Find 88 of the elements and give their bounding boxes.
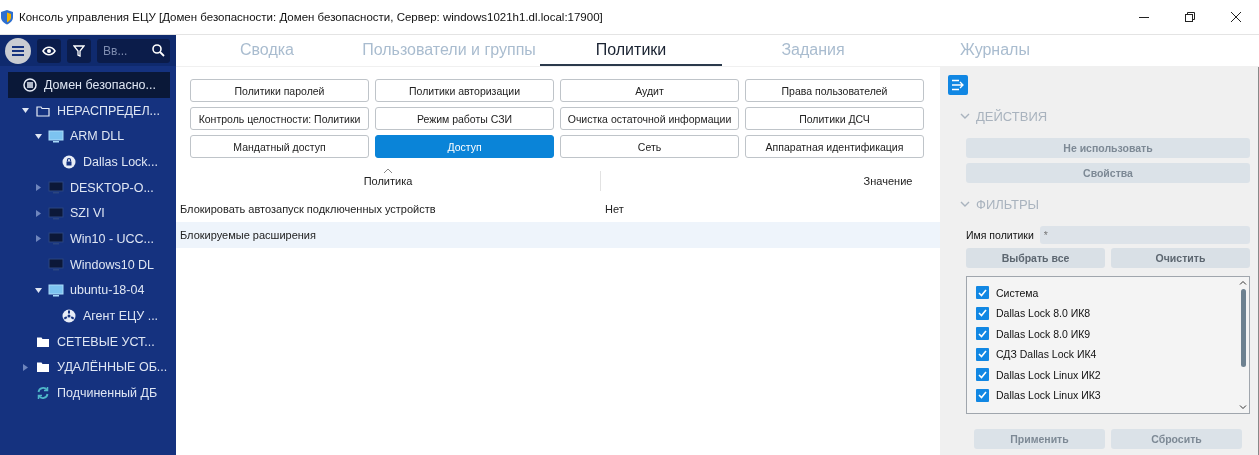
monitor-icon	[48, 283, 64, 297]
checkbox[interactable]	[976, 286, 989, 299]
policy-name-field[interactable]: *	[1039, 226, 1250, 244]
chevron-down-icon	[960, 111, 970, 121]
tree-item[interactable]: Windows10 DL	[8, 251, 170, 278]
checkbox-label: Dallas Lock 8.0 ИК9	[996, 327, 1091, 340]
checkbox[interactable]	[976, 388, 989, 402]
eye-icon	[42, 45, 56, 56]
policy-group-button[interactable]: Очистка остаточной информации	[560, 107, 739, 130]
close-icon[interactable]	[1230, 11, 1242, 23]
monitor-icon	[48, 206, 64, 220]
checkbox-label: Dallas Lock Linux ИК2	[996, 368, 1101, 381]
expanded-arrow-icon[interactable]	[34, 287, 42, 293]
policy-group-button[interactable]: Сеть	[560, 135, 739, 158]
policy-group-button[interactable]: Мандатный доступ	[190, 135, 369, 158]
tree-item[interactable]: ubuntu-18-04	[8, 277, 170, 304]
policy-group-button[interactable]: Доступ	[375, 135, 554, 158]
policy-group-button[interactable]: Политики паролей	[190, 79, 369, 102]
scrollbar-thumb[interactable]	[1240, 289, 1246, 367]
filter-button[interactable]	[67, 38, 91, 63]
sync-icon	[36, 386, 50, 401]
expanded-arrow-icon[interactable]	[21, 108, 29, 114]
view-button[interactable]	[37, 38, 61, 63]
table-cell-text: Блокировать автозапуск подключенных устройств	[179, 203, 437, 215]
policy-group-button[interactable]: Права пользователей	[745, 79, 924, 102]
checkbox-label: Dallas Lock Linux ИК3	[996, 389, 1101, 401]
policy-group-button[interactable]: Аудит	[560, 79, 739, 102]
lock-icon	[62, 154, 76, 169]
policy-group-button[interactable]: Контроль целостности: Политики	[190, 107, 369, 130]
monitor-icon	[48, 258, 64, 272]
chevron-down-icon	[960, 199, 970, 209]
monitor-icon	[48, 129, 64, 143]
table-row[interactable]: Блокировать автозапуск подключенных устройств Нет	[176, 196, 940, 222]
window-title: Консоль управления ЕЦУ [Домен безопасности: Домен безопасности, Сервер: windows1021h1.dl.local:17900]	[19, 11, 603, 23]
monitor-icon	[48, 181, 64, 195]
tree-item[interactable]: СЕТЕВЫЕ УСТ...	[8, 328, 170, 355]
collapsed-arrow-icon[interactable]	[35, 184, 41, 192]
tree-item[interactable]: Агент ЕЦУ ...	[8, 303, 170, 329]
action-button[interactable]: Очистить	[1111, 248, 1250, 268]
checkbox-label: Система	[996, 286, 1039, 299]
folder-icon	[36, 104, 50, 117]
policy-group-button[interactable]: Политики авторизации	[375, 79, 554, 102]
folder-icon	[36, 335, 50, 348]
column-header[interactable]: Значение	[863, 175, 913, 187]
policy-group-button[interactable]: Аппаратная идентификация	[745, 135, 924, 158]
tree-item[interactable]: НЕРАСПРЕДЕЛ...	[8, 97, 170, 124]
expanded-arrow-icon[interactable]	[34, 133, 42, 139]
menu-icon	[11, 44, 25, 57]
column-header[interactable]: Политика	[363, 175, 413, 187]
tree-item[interactable]: DESKTOP-O...	[8, 174, 170, 201]
table-row[interactable]: Блокируемые расширения	[176, 222, 940, 248]
checkbox[interactable]	[976, 368, 989, 381]
restore-icon[interactable]	[1184, 11, 1196, 23]
search-field[interactable]: Вв...	[97, 38, 170, 63]
filter-icon	[73, 44, 85, 57]
policy-group-button[interactable]: Политики ДСЧ	[745, 107, 924, 130]
checkbox[interactable]	[976, 347, 989, 361]
tree-item[interactable]: Подчиненный ДБ	[8, 380, 170, 406]
checkbox-label: СДЗ Dallas Lock ИК4	[996, 348, 1097, 360]
monitor-icon	[48, 232, 64, 246]
tree-item[interactable]: SZI VI	[8, 200, 170, 227]
agent-icon	[62, 309, 76, 324]
collapsed-arrow-icon[interactable]	[35, 235, 41, 243]
tree-item[interactable]: Домен безопасно...	[8, 72, 170, 98]
checkbox-label: Dallas Lock 8.0 ИК8	[996, 307, 1091, 319]
sort-caret-icon	[384, 169, 392, 173]
tree-item[interactable]: Dallas Lock...	[8, 149, 170, 175]
table-cell-text: Блокируемые расширения	[179, 229, 317, 241]
collapse-panel-button[interactable]	[948, 75, 968, 95]
collapsed-arrow-icon[interactable]	[35, 209, 41, 217]
checkbox[interactable]	[976, 327, 989, 340]
shield-icon	[0, 9, 14, 25]
tree-item[interactable]: УДАЛЁННЫЕ ОБ...	[8, 354, 170, 381]
field-label: Имя политики	[966, 229, 1034, 241]
policy-group-button[interactable]: Режим работы СЗИ	[375, 107, 554, 130]
checkbox[interactable]	[976, 306, 989, 320]
tree-item[interactable]: Win10 - UCC...	[8, 226, 170, 252]
menu-button[interactable]	[5, 37, 31, 64]
folder-icon	[36, 361, 50, 374]
arrow-right-icon	[951, 79, 965, 91]
action-button[interactable]: Выбрать все	[966, 248, 1105, 268]
collapsed-arrow-icon[interactable]	[22, 363, 28, 371]
scroll-up-icon[interactable]	[1239, 280, 1247, 285]
search-icon	[152, 44, 165, 57]
scroll-down-icon[interactable]	[1239, 405, 1247, 410]
table-cell-text: Нет	[604, 203, 624, 215]
tree-item[interactable]: ARM DLL	[8, 123, 170, 150]
tab[interactable]: Политики	[540, 35, 722, 66]
